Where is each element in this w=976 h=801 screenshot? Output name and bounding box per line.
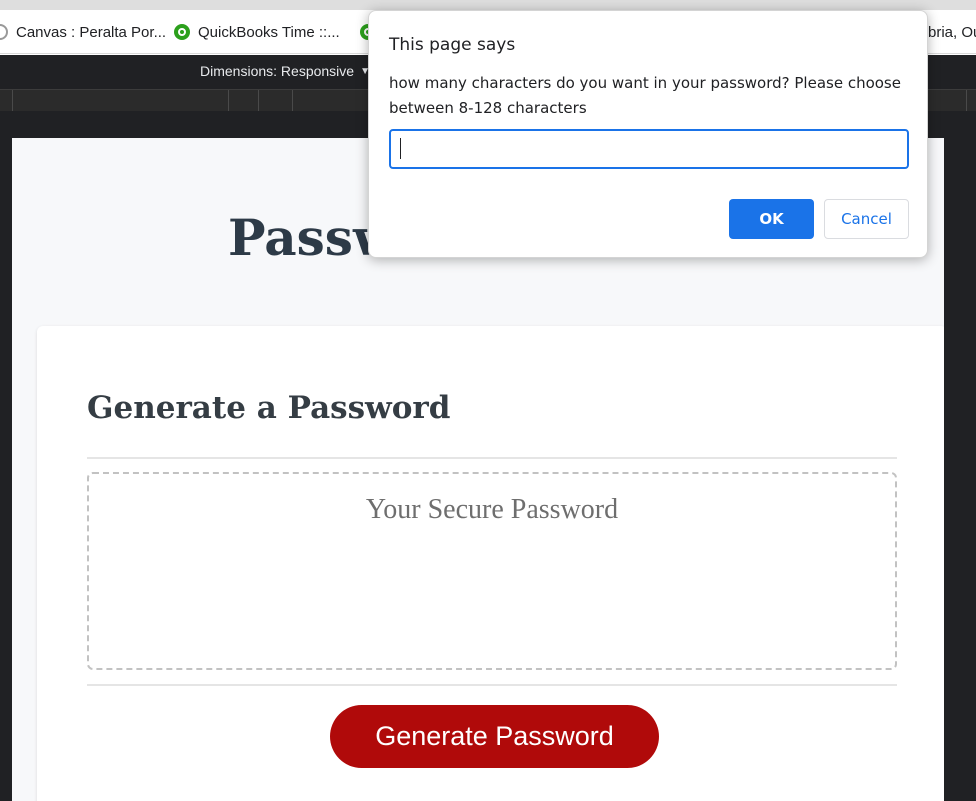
dialog-message: how many characters do you want in your …: [389, 74, 901, 117]
ruler-tick: [12, 90, 13, 112]
divider: [87, 457, 897, 459]
dimensions-dropdown[interactable]: Dimensions: Responsive ▼: [200, 63, 370, 79]
bookmark-quickbooks[interactable]: QuickBooks Time ::...: [174, 10, 340, 54]
bookmark-canvas[interactable]: Canvas : Peralta Por...: [0, 10, 166, 54]
dimensions-label: Dimensions: Responsive: [200, 63, 355, 79]
bookmark-label: Canvas : Peralta Por...: [16, 23, 167, 41]
divider: [87, 684, 897, 686]
devtools-canvas-right: [944, 138, 976, 801]
ruler-tick: [966, 90, 967, 112]
card-heading: Generate a Password: [87, 390, 451, 426]
password-placeholder: Your Secure Password: [365, 494, 619, 525]
bookmark-label: bria, Ou: [928, 23, 976, 41]
dialog-title: This page says: [389, 35, 516, 55]
generate-password-button[interactable]: Generate Password: [330, 705, 659, 768]
bookmark-label: QuickBooks Time ::...: [198, 23, 340, 41]
text-caret: [400, 138, 401, 159]
canvas-icon: [0, 24, 8, 40]
ok-button[interactable]: OK: [729, 199, 814, 239]
prompt-input[interactable]: [389, 129, 909, 169]
password-textarea[interactable]: Your Secure Password: [87, 472, 897, 670]
bookmark-partial[interactable]: bria, Ou: [928, 10, 976, 54]
ruler-tick: [292, 90, 293, 112]
quickbooks-icon: [174, 24, 190, 40]
generator-card: Generate a Password Your Secure Password…: [37, 326, 944, 801]
devtools-canvas-left: [0, 138, 12, 801]
cancel-button[interactable]: Cancel: [824, 199, 909, 239]
browser-top-strip: [0, 0, 976, 10]
ruler-tick: [228, 90, 229, 112]
prompt-dialog: This page says how many characters do yo…: [368, 10, 928, 258]
ruler-tick: [258, 90, 259, 112]
